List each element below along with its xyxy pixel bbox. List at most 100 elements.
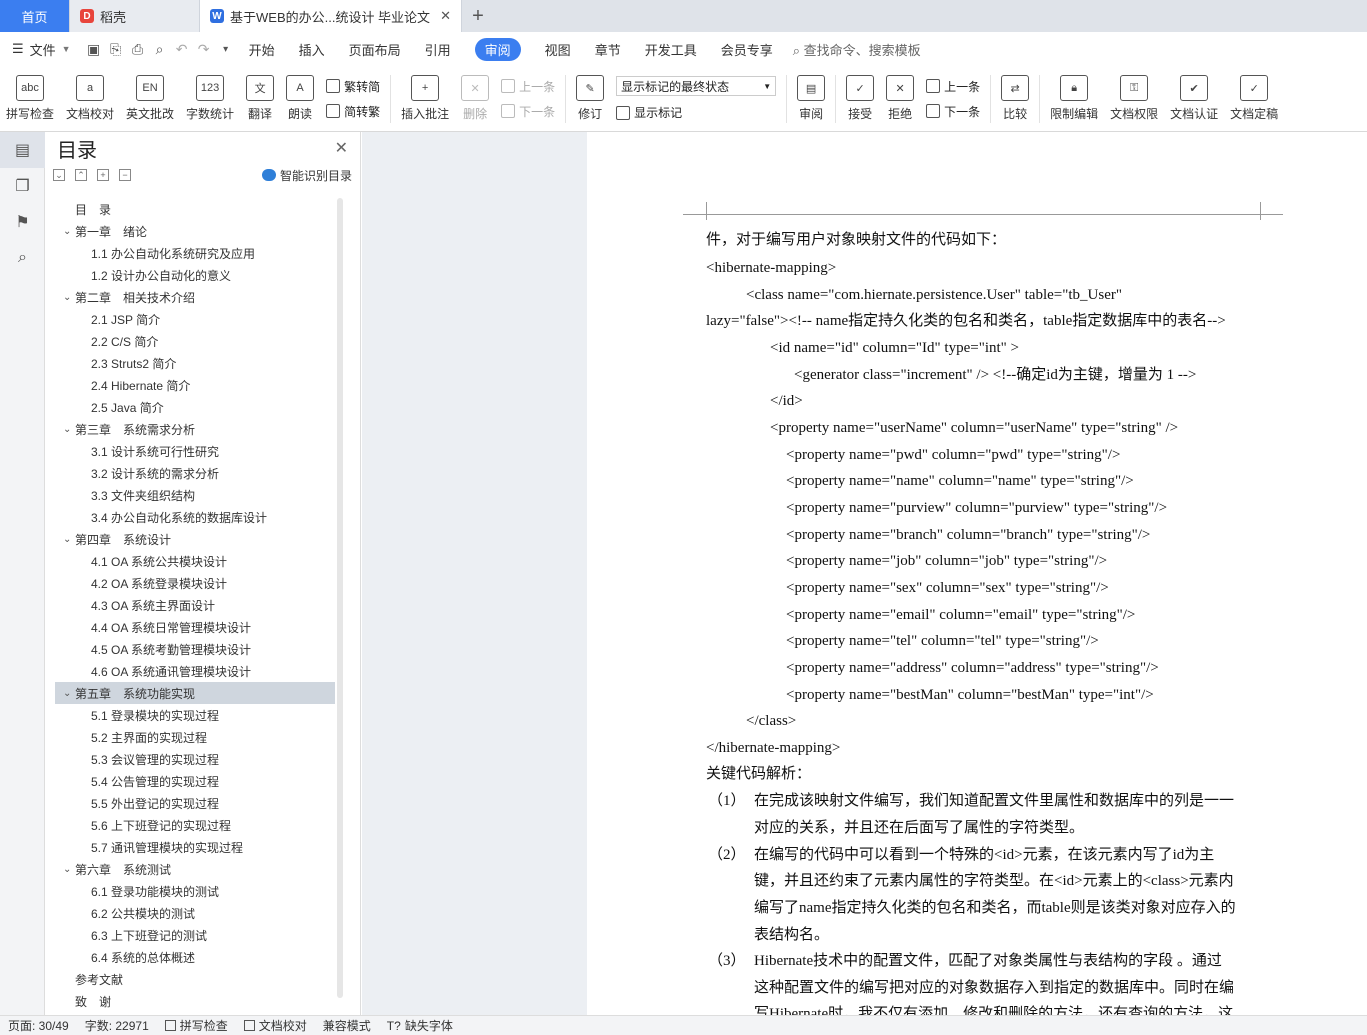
toc-item[interactable]: 6.3 上下班登记的测试 xyxy=(55,924,335,946)
menu-start[interactable]: 开始 xyxy=(237,32,287,66)
export-icon[interactable]: ⎘ xyxy=(105,38,127,60)
expand-all-icon[interactable]: ⌃ xyxy=(75,169,87,181)
save-icon[interactable]: ▣ xyxy=(83,38,105,60)
word-count-button[interactable]: 123 字数统计 xyxy=(180,68,240,130)
doc-auth-button[interactable]: ✔ 文档认证 xyxy=(1164,68,1224,130)
print-icon[interactable]: ⎙ xyxy=(127,38,149,60)
document-page[interactable]: 件，对于编写用户对象映射文件的代码如下： <hibernate-mapping>… xyxy=(587,132,1367,1015)
remove-level-icon[interactable]: − xyxy=(119,169,131,181)
doc-finalize-button[interactable]: ✓ 文档定稿 xyxy=(1224,68,1284,130)
customize-icon[interactable]: ▾ xyxy=(215,38,237,60)
menu-layout[interactable]: 页面布局 xyxy=(337,32,413,66)
bookmark-icon[interactable]: ⚑ xyxy=(0,204,45,240)
toc-chapter-item[interactable]: ⌄ 第二章 相关技术介绍 xyxy=(55,286,335,308)
spell-check-button[interactable]: abc 拼写检查 xyxy=(0,68,60,130)
toc-item[interactable]: 4.3 OA 系统主界面设计 xyxy=(55,594,335,616)
toc-chapter-item[interactable]: ⌄ 第三章 系统需求分析 xyxy=(55,418,335,440)
toc-item[interactable]: 5.7 通讯管理模块的实现过程 xyxy=(55,836,335,858)
toc-item[interactable]: 4.6 OA 系统通讯管理模块设计 xyxy=(55,660,335,682)
prev-revision-button[interactable]: 上一条 xyxy=(926,78,980,95)
toc-item[interactable]: 3.1 设计系统可行性研究 xyxy=(55,440,335,462)
smart-toc-button[interactable]: 智能识别目录 xyxy=(261,167,352,184)
toc-item[interactable]: 6.2 公共模块的测试 xyxy=(55,902,335,924)
toc-item[interactable]: 目 录 xyxy=(55,198,335,220)
doc-permission-button[interactable]: ⚿ 文档权限 xyxy=(1104,68,1164,130)
toc-item[interactable]: 5.2 主界面的实现过程 xyxy=(55,726,335,748)
toc-item[interactable]: 2.3 Struts2 简介 xyxy=(55,352,335,374)
toc-chapter-item[interactable]: ⌄ 第四章 系统设计 xyxy=(55,528,335,550)
toc-item[interactable]: 1.1 办公自动化系统研究及应用 xyxy=(55,242,335,264)
menu-devtools[interactable]: 开发工具 xyxy=(633,32,709,66)
print-preview-icon[interactable]: ⌕ xyxy=(149,38,171,60)
collapse-all-icon[interactable]: ⌄ xyxy=(53,169,65,181)
toc-item[interactable]: 2.4 Hibernate 简介 xyxy=(55,374,335,396)
menu-review[interactable]: 审阅 xyxy=(463,32,533,66)
toc-item[interactable]: 3.4 办公自动化系统的数据库设计 xyxy=(55,506,335,528)
command-search[interactable]: ⌕ 查找命令、搜索模板 xyxy=(793,40,921,59)
next-revision-button[interactable]: 下一条 xyxy=(926,103,980,120)
toc-item[interactable]: 2.2 C/S 简介 xyxy=(55,330,335,352)
toc-item[interactable]: 4.1 OA 系统公共模块设计 xyxy=(55,550,335,572)
missing-font-button[interactable]: T? 缺失字体 xyxy=(379,1017,461,1034)
delete-comment-button[interactable]: ✕ 删除 xyxy=(455,68,495,130)
markup-state-select[interactable]: 显示标记的最终状态 ▼ xyxy=(616,76,777,96)
toc-chapter-item[interactable]: ⌄ 第一章 绪论 xyxy=(55,220,335,242)
compare-button[interactable]: ⇄ 比较 xyxy=(995,68,1035,130)
prev-comment-button[interactable]: 上一条 xyxy=(501,78,555,95)
track-changes-button[interactable]: ✎ 修订 xyxy=(570,68,610,130)
trad-to-simp-button[interactable]: 繁转简 xyxy=(326,78,380,95)
reject-button[interactable]: ✕ 拒绝 xyxy=(880,68,920,130)
toc-item[interactable]: 5.1 登录模块的实现过程 xyxy=(55,704,335,726)
tab-daoke[interactable]: D 稻壳 xyxy=(70,0,200,32)
close-tab-icon[interactable]: ✕ xyxy=(440,8,451,24)
toc-item[interactable]: 参考文献 xyxy=(55,968,335,990)
toc-chapter-item[interactable]: ⌄ 第五章 系统功能实现 xyxy=(55,682,335,704)
menu-insert[interactable]: 插入 xyxy=(287,32,337,66)
toc-item[interactable]: 4.4 OA 系统日常管理模块设计 xyxy=(55,616,335,638)
tab-home[interactable]: 首页 xyxy=(0,0,70,32)
menu-vip[interactable]: 会员专享 xyxy=(709,32,785,66)
read-aloud-button[interactable]: A 朗读 xyxy=(280,68,320,130)
toc-item[interactable]: 6.1 登录功能模块的测试 xyxy=(55,880,335,902)
menu-view[interactable]: 视图 xyxy=(533,32,583,66)
toc-scrollbar[interactable] xyxy=(337,198,343,998)
english-review-button[interactable]: EN 英文批改 xyxy=(120,68,180,130)
page-indicator[interactable]: 页面: 30/49 xyxy=(0,1017,77,1034)
toc-item[interactable]: 5.4 公告管理的实现过程 xyxy=(55,770,335,792)
toc-item[interactable]: 4.2 OA 系统登录模块设计 xyxy=(55,572,335,594)
chevron-down-icon[interactable]: ⌄ xyxy=(63,226,75,237)
doc-proof-button[interactable]: a 文档校对 xyxy=(60,68,120,130)
toc-chapter-item[interactable]: ⌄ 第六章 系统测试 xyxy=(55,858,335,880)
search-icon[interactable]: ⌕ xyxy=(0,240,45,276)
file-menu[interactable]: ☰ 文件 ▼ xyxy=(0,32,83,66)
toc-item[interactable]: 致 谢 xyxy=(55,990,335,1009)
toc-item[interactable]: 6.4 系统的总体概述 xyxy=(55,946,335,968)
simp-to-trad-button[interactable]: 简转繁 xyxy=(326,103,380,120)
chevron-down-icon[interactable]: ⌄ xyxy=(63,424,75,435)
redo-icon[interactable]: ↷ xyxy=(193,38,215,60)
toc-item[interactable]: 2.5 Java 简介 xyxy=(55,396,335,418)
add-level-icon[interactable]: + xyxy=(97,169,109,181)
chevron-down-icon[interactable]: ⌄ xyxy=(63,688,75,699)
accept-button[interactable]: ✓ 接受 xyxy=(840,68,880,130)
review-pane-button[interactable]: ▤ 审阅 xyxy=(791,68,831,130)
new-tab-button[interactable]: + xyxy=(462,0,494,32)
chevron-down-icon[interactable]: ⌄ xyxy=(63,864,75,875)
menu-references[interactable]: 引用 xyxy=(413,32,463,66)
translate-button[interactable]: 文翻译 xyxy=(240,68,280,130)
toc-item[interactable]: 2.1 JSP 简介 xyxy=(55,308,335,330)
undo-icon[interactable]: ↶ xyxy=(171,38,193,60)
toc-item[interactable]: 3.2 设计系统的需求分析 xyxy=(55,462,335,484)
proof-toggle[interactable]: 文档校对 xyxy=(236,1017,315,1034)
toc-item[interactable]: 5.6 上下班登记的实现过程 xyxy=(55,814,335,836)
chevron-down-icon[interactable]: ⌄ xyxy=(63,534,75,545)
tab-document[interactable]: W 基于WEB的办公...统设计 毕业论文 ✕ xyxy=(200,0,462,32)
next-comment-button[interactable]: 下一条 xyxy=(501,103,555,120)
toc-item[interactable]: 3.3 文件夹组织结构 xyxy=(55,484,335,506)
insert-comment-button[interactable]: + 插入批注 xyxy=(395,68,455,130)
close-icon[interactable]: ✕ xyxy=(335,138,348,158)
word-count-indicator[interactable]: 字数: 22971 xyxy=(77,1017,157,1034)
toc-item[interactable]: 5.3 会议管理的实现过程 xyxy=(55,748,335,770)
toc-pane-icon[interactable]: ▤ xyxy=(0,132,45,168)
toc-item[interactable]: 4.5 OA 系统考勤管理模块设计 xyxy=(55,638,335,660)
